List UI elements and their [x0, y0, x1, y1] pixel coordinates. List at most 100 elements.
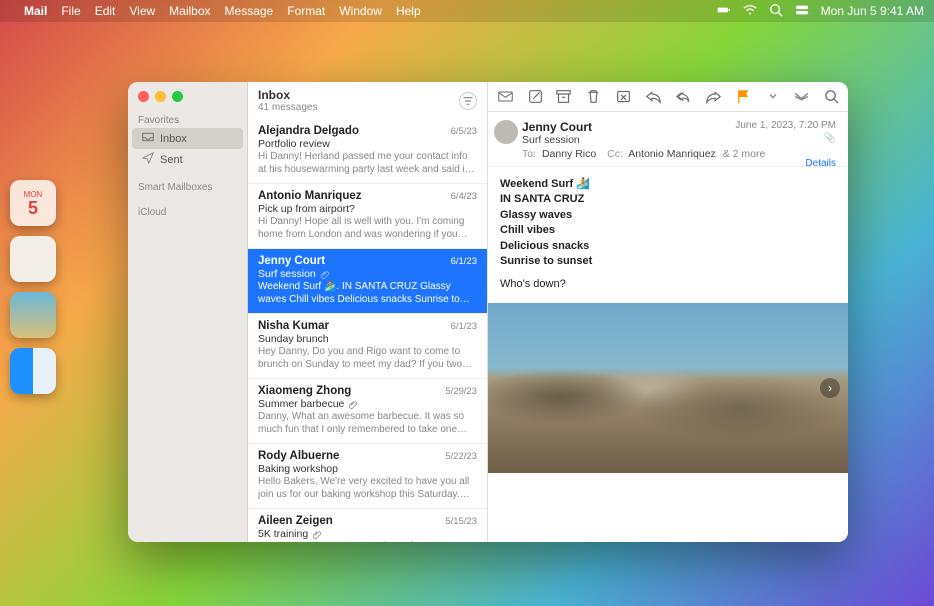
paperclip-icon [320, 270, 329, 279]
message-preview: Hi Danny! Herland passed me your contact… [258, 151, 477, 176]
cc-label: Cc: [607, 148, 623, 160]
sender-avatar[interactable] [494, 120, 518, 144]
app-name[interactable]: Mail [24, 4, 47, 18]
message-row[interactable]: Rody Albuerne 5/22/23Baking workshopHello… [248, 444, 487, 509]
message-date: 6/4/23 [451, 191, 477, 202]
message-body-line: Who's down? [500, 277, 836, 292]
mail-window: Favorites Inbox Sent Smart Mailboxes iCl… [128, 82, 848, 542]
message-date: 5/29/23 [445, 386, 477, 397]
message-date: 6/5/23 [451, 126, 477, 137]
menu-message[interactable]: Message [225, 4, 274, 18]
message-from: Rody Albuerne [258, 450, 339, 462]
junk-button[interactable] [614, 88, 632, 106]
message-cc: Antonio Manriquez [628, 148, 716, 160]
message-preview: Hello Bakers, We're very excited to have… [258, 476, 477, 501]
message-preview: Hey Danny, Do you and Rigo want to come … [258, 346, 477, 371]
minimize-window-button[interactable] [155, 91, 166, 102]
calendar-widget[interactable]: MON 5 [10, 180, 56, 226]
message-body-line: IN SANTA CRUZ [500, 192, 836, 207]
message-body-line: Weekend Surf 🏄 [500, 177, 836, 192]
notes-widget[interactable] [10, 236, 56, 282]
message-row[interactable]: Nisha Kumar 6/1/23Sunday brunchHey Danny,… [248, 314, 487, 379]
message-preview: Hi Danny! Hope all is well with you. I'm… [258, 216, 477, 241]
sidebar-section-smart: Smart Mailboxes [128, 178, 247, 195]
message-preview: Hey Danny, I wanted to thank you for put… [258, 541, 477, 542]
message-body-line: Sunrise to sunset [500, 254, 836, 269]
menu-format[interactable]: Format [287, 4, 325, 18]
reading-pane: June 1, 2023, 7:20 PM 📎 Details Jenny Co… [488, 82, 848, 542]
menubar: Mail File Edit View Mailbox Message Form… [0, 0, 934, 22]
battery-icon[interactable] [717, 3, 731, 20]
message-body: Weekend Surf 🏄IN SANTA CRUZGlassy wavesC… [488, 167, 848, 303]
message-subject-row: Sunday brunch [258, 333, 477, 345]
message-preview: Weekend Surf 🏄. IN SANTA CRUZ Glassy wav… [258, 281, 477, 306]
menu-help[interactable]: Help [396, 4, 421, 18]
message-date: 5/22/23 [445, 451, 477, 462]
message-row[interactable]: Alejandra Delgado 6/5/23Portfolio reviewH… [248, 119, 487, 184]
message-from: Antonio Manriquez [258, 190, 362, 202]
desktop-widgets: MON 5 [10, 180, 56, 394]
menu-edit[interactable]: Edit [95, 4, 116, 18]
message-subject-row: 5K training [258, 528, 477, 540]
menubar-clock[interactable]: Mon Jun 5 9:41 AM [821, 4, 924, 18]
paperclip-icon [348, 400, 357, 409]
mailbox-title: Inbox [258, 88, 317, 102]
sidebar-section-icloud: iCloud [128, 203, 247, 220]
menu-window[interactable]: Window [339, 4, 382, 18]
details-link[interactable]: Details [735, 158, 836, 169]
message-date: 6/1/23 [451, 256, 477, 267]
reply-all-button[interactable] [674, 88, 692, 106]
compose-button[interactable] [526, 88, 544, 106]
close-window-button[interactable] [138, 91, 149, 102]
message-timestamp: June 1, 2023, 7:20 PM [735, 120, 836, 131]
message-row[interactable]: Aileen Zeigen5/15/235K trainingHey Danny… [248, 509, 487, 542]
filter-icon [463, 96, 473, 106]
message-from: Xiaomeng Zhong [258, 385, 351, 397]
reader-toolbar [488, 82, 848, 112]
message-date: 6/1/23 [451, 321, 477, 332]
search-icon[interactable] [769, 3, 783, 20]
message-body-line: Chill vibes [500, 223, 836, 238]
message-date: 5/15/23 [445, 516, 477, 527]
sidebar-item-inbox[interactable]: Inbox [132, 128, 243, 149]
wifi-icon[interactable] [743, 3, 757, 20]
get-mail-button[interactable] [496, 88, 514, 106]
forward-button[interactable] [704, 88, 722, 106]
search-button[interactable] [822, 88, 840, 106]
filter-button[interactable] [459, 92, 477, 110]
attachment-icon: 📎 [735, 133, 836, 144]
finder-icon[interactable] [10, 348, 56, 394]
message-header: June 1, 2023, 7:20 PM 📎 Details Jenny Co… [488, 112, 848, 167]
flag-menu-chevron[interactable] [764, 88, 782, 106]
message-list-column: Inbox 41 messages Alejandra Delgado 6/5/2… [248, 82, 488, 542]
message-body-line: Glassy waves [500, 208, 836, 223]
message-list[interactable]: Alejandra Delgado6/5/23Portfolio reviewH… [248, 119, 487, 542]
message-from: Nisha Kumar [258, 320, 329, 332]
message-from: Alejandra Delgado [258, 125, 359, 137]
archive-button[interactable] [554, 88, 572, 106]
next-attachment-arrow[interactable]: › [820, 378, 840, 398]
message-body-line: Delicious snacks [500, 239, 836, 254]
menu-mailbox[interactable]: Mailbox [169, 4, 210, 18]
fullscreen-window-button[interactable] [172, 91, 183, 102]
message-image-attachment[interactable]: › [488, 303, 848, 473]
photo-widget[interactable] [10, 292, 56, 338]
message-subject-row: Baking workshop [258, 463, 477, 475]
sidebar: Favorites Inbox Sent Smart Mailboxes iCl… [128, 82, 248, 542]
toolbar-overflow[interactable] [792, 88, 810, 106]
calendar-day-number: 5 [28, 199, 38, 217]
sidebar-item-sent[interactable]: Sent [132, 149, 243, 170]
message-subject-row: Portfolio review [258, 138, 477, 150]
paperclip-icon [312, 530, 321, 539]
control-center-icon[interactable] [795, 3, 809, 20]
menu-file[interactable]: File [61, 4, 80, 18]
message-row[interactable]: Xiaomeng Zhong5/29/23Summer barbecueDann… [248, 379, 487, 444]
reply-button[interactable] [644, 88, 662, 106]
message-row[interactable]: Antonio Manriquez6/4/23Pick up from airp… [248, 184, 487, 249]
message-list-header: Inbox 41 messages [248, 82, 487, 119]
delete-button[interactable] [584, 88, 602, 106]
flag-button[interactable] [734, 88, 752, 106]
menu-view[interactable]: View [129, 4, 155, 18]
message-row[interactable]: Jenny Court6/1/23Surf sessionWeekend Sur… [248, 249, 487, 314]
sidebar-item-label: Sent [160, 154, 183, 166]
